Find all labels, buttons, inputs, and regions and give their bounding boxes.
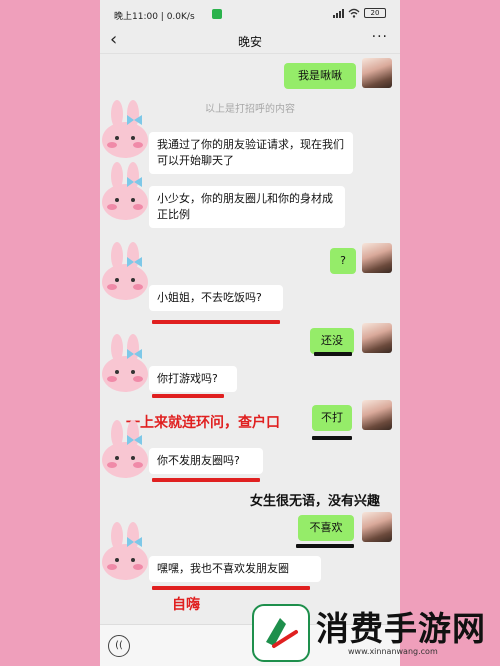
signal-icon [333, 8, 344, 18]
voice-input-icon[interactable]: (( [108, 635, 130, 657]
message-bubble[interactable]: 你打游戏吗? [149, 366, 237, 392]
message-bubble[interactable]: 我通过了你的朋友验证请求，现在我们可以开始聊天了 [149, 132, 353, 174]
message-bubble[interactable]: 不打 [312, 405, 352, 431]
message-bubble[interactable]: ? [330, 248, 356, 274]
black-underline [314, 352, 352, 356]
chat-screen: 晚上11:00 | 0.0K/s 20 ‹ 晚安 ··· 我是啾啾 以上是打招呼… [100, 0, 400, 666]
self-avatar[interactable] [362, 400, 392, 430]
contact-avatar[interactable] [100, 98, 150, 160]
chat-title: 晚安 [237, 35, 262, 49]
battery-icon: 20 [364, 8, 386, 18]
contact-avatar[interactable] [100, 160, 150, 222]
wifi-icon [348, 8, 360, 18]
black-underline [296, 544, 354, 548]
chat-header: ‹ 晚安 ··· [100, 28, 400, 54]
message-bubble[interactable]: 嘿嘿，我也不喜欢发朋友圈 [149, 556, 321, 582]
message-bubble[interactable]: 不喜欢 [298, 515, 354, 541]
message-bubble[interactable]: 小姐姐，不去吃饭吗? [149, 285, 283, 311]
contact-avatar[interactable] [100, 240, 150, 302]
red-underline [152, 320, 280, 324]
red-underline [152, 586, 310, 590]
red-underline [152, 478, 260, 482]
contact-avatar[interactable] [100, 520, 150, 582]
black-underline [312, 436, 352, 440]
contact-avatar[interactable] [100, 418, 150, 480]
wechat-notification-icon [212, 9, 222, 19]
message-bubble[interactable]: 还没 [310, 328, 354, 354]
watermark-title: 消费手游网 [316, 609, 486, 648]
self-avatar[interactable] [362, 58, 392, 88]
status-time: 晚上11:00 | 0.0K/s [114, 12, 195, 22]
watermark-logo [252, 604, 310, 662]
message-bubble[interactable]: 小少女，你的朋友圈儿和你的身材成正比例 [149, 186, 345, 228]
site-watermark: 消费手游网 www.xinnanwang.com [248, 600, 500, 666]
contact-avatar[interactable] [100, 332, 150, 394]
message-bubble[interactable]: 我是啾啾 [284, 63, 356, 89]
more-icon[interactable]: ··· [372, 29, 388, 45]
annotation-self-praise: 自嗨 [172, 597, 200, 613]
self-avatar[interactable] [362, 243, 392, 273]
self-avatar[interactable] [362, 512, 392, 542]
status-bar: 晚上11:00 | 0.0K/s 20 [100, 0, 400, 28]
message-bubble[interactable]: 你不发朋友圈吗? [149, 448, 263, 474]
self-avatar[interactable] [362, 323, 392, 353]
annotation-speechless: 女生很无语，没有兴趣 [250, 494, 381, 509]
red-underline [152, 394, 224, 398]
watermark-url: www.xinnanwang.com [348, 647, 438, 656]
